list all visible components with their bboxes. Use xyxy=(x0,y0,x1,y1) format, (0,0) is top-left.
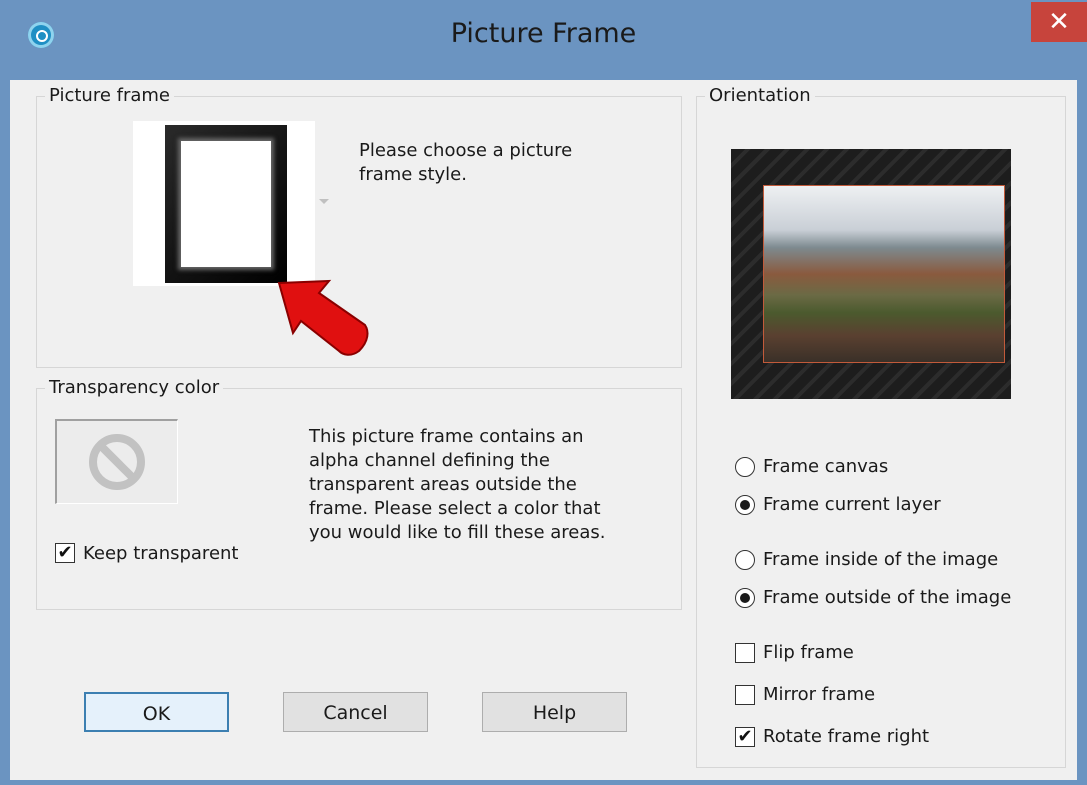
keep-transparent-label[interactable]: Keep transparent xyxy=(83,543,238,564)
frame-thumbnail xyxy=(165,125,287,283)
frame-inside-radio[interactable] xyxy=(735,550,755,570)
frame-hint-line-1: Please choose a picture xyxy=(359,140,573,161)
orientation-preview xyxy=(731,149,1011,399)
frame-outside-label[interactable]: Frame outside of the image xyxy=(763,587,1011,608)
picture-frame-group: Picture frame Please choose a picture fr… xyxy=(36,85,682,368)
no-color-icon xyxy=(89,434,145,490)
dialog-window: Picture Frame ✕ Picture frame Please cho… xyxy=(0,0,1087,785)
frame-canvas-radio[interactable] xyxy=(735,457,755,477)
red-arrow-icon xyxy=(277,279,369,356)
transparency-desc-line-4: frame. Please select a color that xyxy=(309,498,601,519)
flip-frame-checkbox[interactable] xyxy=(735,643,755,663)
frame-hint-line-2: frame style. xyxy=(359,164,467,185)
rotate-frame-right-checkbox[interactable]: ✔ xyxy=(735,727,755,747)
picture-frame-legend: Picture frame xyxy=(45,85,174,106)
mirror-frame-label[interactable]: Mirror frame xyxy=(763,684,875,705)
close-button[interactable]: ✕ xyxy=(1031,2,1087,42)
cancel-button[interactable]: Cancel xyxy=(283,692,428,732)
flip-frame-label[interactable]: Flip frame xyxy=(763,642,854,663)
help-button[interactable]: Help xyxy=(482,692,627,732)
frame-current-layer-label[interactable]: Frame current layer xyxy=(763,494,941,515)
window-title: Picture Frame xyxy=(450,18,637,49)
frame-canvas-label[interactable]: Frame canvas xyxy=(763,456,888,477)
frame-current-layer-radio[interactable] xyxy=(735,495,755,515)
frame-style-dropdown-arrow[interactable] xyxy=(319,199,329,204)
title-bar[interactable]: Picture Frame ✕ xyxy=(0,0,1087,80)
transparency-desc-line-2: alpha channel defining the xyxy=(309,450,550,471)
close-icon: ✕ xyxy=(1048,7,1070,37)
checkmark-icon: ✔ xyxy=(57,542,73,563)
frame-outside-radio[interactable] xyxy=(735,588,755,608)
mirror-frame-checkbox[interactable] xyxy=(735,685,755,705)
dialog-body: Picture frame Please choose a picture fr… xyxy=(10,80,1077,780)
orientation-legend: Orientation xyxy=(705,85,815,106)
preview-photo xyxy=(763,185,1005,363)
checkmark-icon: ✔ xyxy=(737,726,753,747)
frame-style-preview[interactable] xyxy=(133,121,315,286)
transparency-desc-line-1: This picture frame contains an xyxy=(309,426,584,447)
transparency-color-group: Transparency color This picture frame co… xyxy=(36,377,682,610)
frame-inside-label[interactable]: Frame inside of the image xyxy=(763,549,998,570)
transparency-desc-line-3: transparent areas outside the xyxy=(309,474,577,495)
orientation-group: Orientation Frame canvas Frame current l… xyxy=(696,85,1066,768)
ok-button[interactable]: OK xyxy=(84,692,229,732)
transparency-color-legend: Transparency color xyxy=(45,377,224,398)
rotate-frame-right-label[interactable]: Rotate frame right xyxy=(763,726,929,747)
keep-transparent-checkbox[interactable]: ✔ xyxy=(55,543,75,563)
transparency-color-swatch[interactable] xyxy=(55,419,178,504)
transparency-desc-line-5: you would like to fill these areas. xyxy=(309,522,606,543)
